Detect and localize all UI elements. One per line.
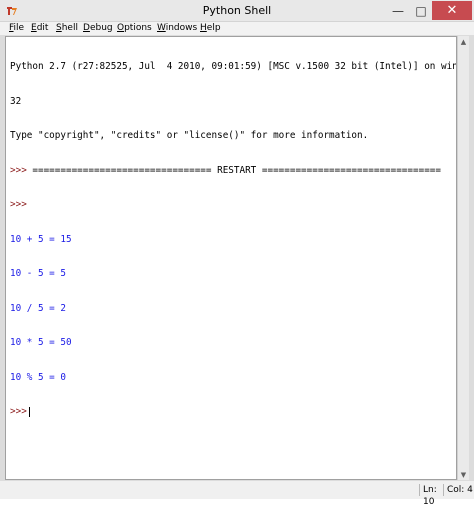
- maximize-button[interactable]: □: [410, 1, 432, 20]
- title-bar[interactable]: Python Shell — □ ✕: [0, 0, 474, 22]
- menu-file[interactable]: File: [9, 23, 24, 34]
- output-line: 10 + 5 = 15: [10, 233, 72, 245]
- vertical-scrollbar[interactable]: ▲ ▼: [457, 36, 469, 480]
- current-prompt-line[interactable]: >>>: [10, 406, 456, 418]
- shell-prompt: >>>: [10, 164, 27, 176]
- minimize-button[interactable]: —: [386, 1, 410, 20]
- minimize-icon: —: [392, 3, 404, 18]
- shell-prompt: >>>: [10, 406, 27, 417]
- menu-edit[interactable]: Edit: [31, 23, 48, 34]
- status-bar: Ln: 10 Col: 4: [0, 481, 474, 507]
- output-line: 10 / 5 = 2: [10, 302, 66, 314]
- menu-help[interactable]: Help: [200, 23, 221, 34]
- restart-text: ================================ RESTART…: [26, 164, 441, 176]
- output-line: 10 % 5 = 0: [10, 371, 66, 383]
- close-icon: ✕: [446, 3, 458, 18]
- shell-prompt: >>>: [10, 199, 27, 210]
- menu-shell[interactable]: Shell: [56, 23, 78, 34]
- banner-line: Python 2.7 (r27:82525, Jul 4 2010, 09:01…: [10, 61, 457, 72]
- restart-line: >>> ================================ RES…: [10, 165, 456, 177]
- output-line: 10 - 5 = 5: [10, 268, 66, 279]
- text-cursor: [28, 406, 30, 417]
- menu-windows[interactable]: Windows: [157, 23, 197, 34]
- banner-line: 32: [10, 95, 22, 107]
- scroll-up-arrow-icon[interactable]: ▲: [458, 36, 469, 47]
- column-number-status: Col: 4: [443, 484, 474, 496]
- shell-text-area[interactable]: Python 2.7 (r27:82525, Jul 4 2010, 09:01…: [5, 36, 457, 480]
- menu-debug[interactable]: Debug: [83, 23, 113, 34]
- menu-bar: File Edit Shell Debug Options Windows He…: [0, 22, 474, 35]
- menu-options[interactable]: Options: [117, 23, 152, 34]
- output-line: 10 * 5 = 50: [10, 337, 72, 348]
- scroll-down-arrow-icon[interactable]: ▼: [458, 469, 469, 480]
- maximize-icon: □: [415, 3, 427, 18]
- python-shell-window: Python Shell — □ ✕ File Edit Shell Debug…: [0, 0, 474, 507]
- banner-line: Type "copyright", "credits" or "license(…: [10, 130, 369, 141]
- line-number-status: Ln: 10: [419, 484, 443, 507]
- close-button[interactable]: ✕: [432, 1, 472, 20]
